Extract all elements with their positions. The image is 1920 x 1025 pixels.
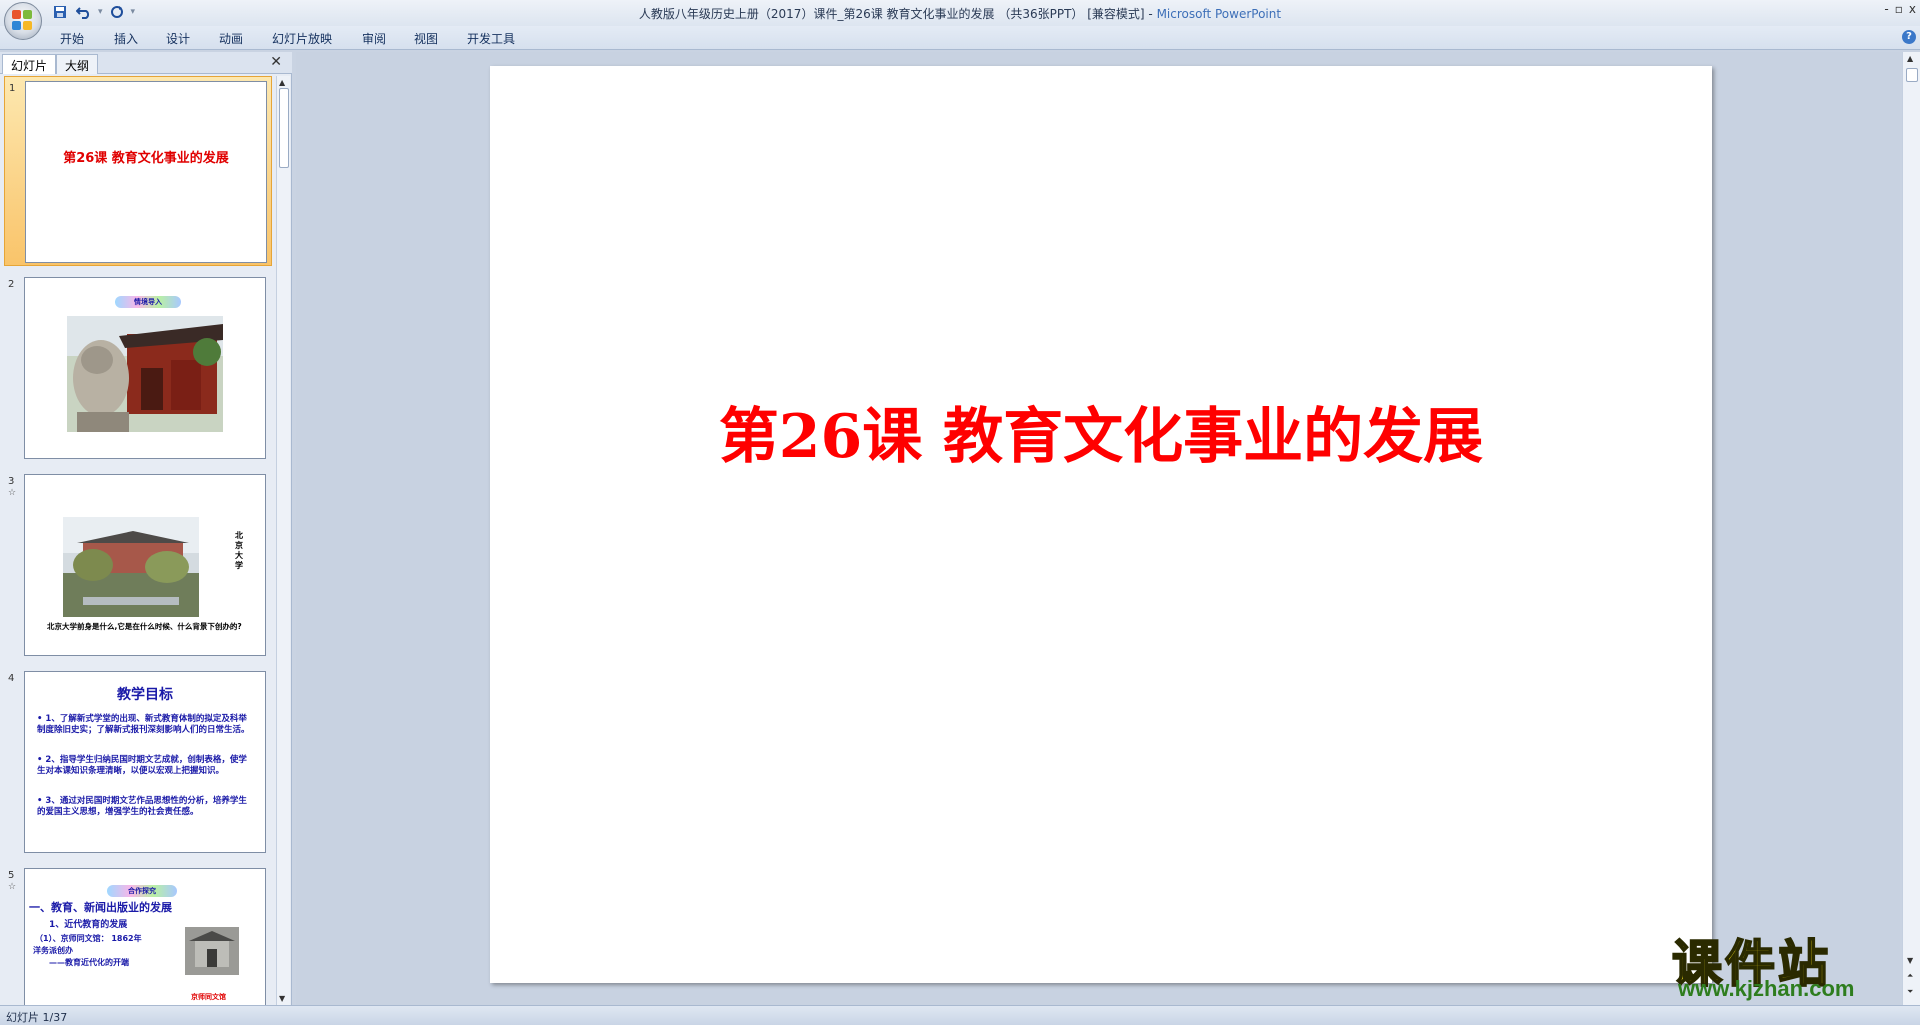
tab-slide-show[interactable]: 幻灯片放映 xyxy=(272,30,332,47)
office-button[interactable] xyxy=(4,2,42,40)
thumb-title: 第26课 教育文化事业的发展 xyxy=(63,151,229,166)
slide-counter: 幻灯片 1/37 xyxy=(6,1011,68,1024)
slide-preview: 情境导入 xyxy=(24,277,266,459)
slide-thumb-4[interactable]: 4 教学目标 • 1、了解新式学堂的出现、新式教育体制的拟定及科举制度除旧史实；… xyxy=(4,667,272,857)
thumb-side-label: 北京大学 xyxy=(235,531,243,570)
office-logo-icon xyxy=(12,10,34,32)
banner-pill: 合作探究 xyxy=(107,885,177,897)
thumb-line-2: 洋务派创办 xyxy=(33,946,73,955)
slide-number: 3 xyxy=(8,476,15,487)
restore-button[interactable]: ▫ xyxy=(1895,2,1903,16)
banner-text: 合作探究 xyxy=(128,887,156,895)
animation-star-icon: ☆ xyxy=(8,882,17,892)
tab-insert[interactable]: 插入 xyxy=(114,30,138,47)
watermark-logo: 课件站 www.kjzhan.com xyxy=(1668,924,1908,1004)
title-separator: - xyxy=(1144,7,1157,21)
thumb-line-1: （1）、京师同文馆： 1862年 xyxy=(35,934,142,943)
minimize-button[interactable]: - xyxy=(1884,2,1888,16)
thumb-point-1: • 1、了解新式学堂的出现、新式教育体制的拟定及科举制度除旧史实；了解新式报刊深… xyxy=(37,714,250,735)
scroll-down-icon[interactable]: ▼ xyxy=(279,994,285,1003)
slide-thumb-2[interactable]: 2 情境导入 xyxy=(4,273,272,463)
slide-preview: 北京大学 北京大学前身是什么,它是在什么时候、什么背景下创办的? xyxy=(24,474,266,656)
watermark-url: www.kjzhan.com xyxy=(1678,976,1855,1001)
thumb-heading: 教学目标 xyxy=(117,687,173,703)
editor-scrollbar[interactable]: ▲ ▼ ⏶ ⏷ xyxy=(1902,52,1920,1005)
thumb-point-2: • 2、指导学生归纳民国时期文艺成就，创制表格，使学生对本课知识条理清晰，以便以… xyxy=(37,755,247,776)
tab-view[interactable]: 视图 xyxy=(414,30,438,47)
thumb-caption: 北京大学前身是什么,它是在什么时候、什么背景下创办的? xyxy=(47,622,242,631)
banner-pill: 情境导入 xyxy=(115,296,181,308)
ribbon-tabs: 开始 插入 设计 动画 幻灯片放映 审阅 视图 开发工具 ? xyxy=(0,26,1920,50)
document-title: 人教版八年级历史上册（2017）课件_第26课 教育文化事业的发展 （共36张P… xyxy=(638,7,1145,21)
slide-number: 4 xyxy=(8,673,15,684)
scroll-thumb[interactable] xyxy=(1906,68,1918,82)
slide-number: 5 xyxy=(8,870,15,881)
tab-review[interactable]: 审阅 xyxy=(362,30,386,47)
slides-panel: 幻灯片 大纲 ✕ 1 第26课 教育文化事业的发展 2 情境导入 3 ☆ 北京大… xyxy=(0,52,292,1005)
close-window-button[interactable]: x xyxy=(1909,2,1916,16)
slide-thumb-5[interactable]: 5 ☆ 合作探究 一、教育、新闻出版业的发展 1、近代教育的发展 （1）、京师同… xyxy=(4,864,272,1005)
thumb-sub: 1、近代教育的发展 xyxy=(49,920,128,930)
thumb-heading: 一、教育、新闻出版业的发展 xyxy=(29,901,172,914)
slide-preview: 教学目标 • 1、了解新式学堂的出现、新式教育体制的拟定及科举制度除旧史实；了解… xyxy=(24,671,266,853)
tab-outline[interactable]: 大纲 xyxy=(56,54,99,74)
scroll-up-icon[interactable]: ▲ xyxy=(1907,54,1913,63)
tab-animations[interactable]: 动画 xyxy=(219,30,243,47)
animation-star-icon: ☆ xyxy=(8,488,17,498)
close-panel-icon[interactable]: ✕ xyxy=(270,54,282,70)
tongwenguan-photo xyxy=(185,927,239,975)
slide-thumb-1[interactable]: 1 第26课 教育文化事业的发展 xyxy=(4,76,272,266)
point-text: 1、了解新式学堂的出现、新式教育体制的拟定及科举制度除旧史实；了解新式报刊深刻影… xyxy=(37,714,250,735)
thumb-line-3: ——教育近代化的开端 xyxy=(49,958,129,967)
scroll-up-icon[interactable]: ▲ xyxy=(279,78,285,87)
panel-tabs: 幻灯片 大纲 ✕ xyxy=(0,52,292,74)
thumbnails-scrollbar[interactable]: ▲ ▼ xyxy=(276,76,290,1005)
tab-home[interactable]: 开始 xyxy=(60,30,84,47)
tab-design[interactable]: 设计 xyxy=(166,30,190,47)
slide-editor: 第26课 教育文化事业的发展 xyxy=(296,52,1900,1005)
slide-preview: 第26课 教育文化事业的发展 xyxy=(25,81,267,263)
slide-thumbnails: 1 第26课 教育文化事业的发展 2 情境导入 3 ☆ 北京大学 北京大学前身是… xyxy=(0,76,276,1005)
slide-thumb-3[interactable]: 3 ☆ 北京大学 北京大学前身是什么,它是在什么时候、什么背景下创办的? xyxy=(4,470,272,660)
slide-number: 2 xyxy=(8,279,15,290)
tab-slides[interactable]: 幻灯片 xyxy=(2,54,57,74)
point-text: 2、指导学生归纳民国时期文艺成就，创制表格，使学生对本课知识条理清晰，以便以宏观… xyxy=(37,755,247,776)
banner-text: 情境导入 xyxy=(134,298,162,306)
slide-number: 1 xyxy=(9,83,16,94)
app-name: Microsoft PowerPoint xyxy=(1156,7,1282,21)
title-bar: ▾ ▾ 人教版八年级历史上册（2017）课件_第26课 教育文化事业的发展 （共… xyxy=(0,0,1920,40)
point-text: 3、通过对民国时期文艺作品思想性的分析，培养学生的爱国主义思想，增强学生的社会责… xyxy=(37,796,247,817)
tab-developer[interactable]: 开发工具 xyxy=(467,30,515,47)
slide-preview: 合作探究 一、教育、新闻出版业的发展 1、近代教育的发展 （1）、京师同文馆： … xyxy=(24,868,266,1005)
help-icon[interactable]: ? xyxy=(1902,30,1916,44)
scroll-thumb[interactable] xyxy=(279,88,289,168)
status-bar: 幻灯片 1/37 xyxy=(0,1005,1920,1025)
window-controls: - ▫ x xyxy=(1884,2,1916,16)
lion-gate-photo xyxy=(67,316,223,432)
thumb-photo-caption: 京师同文馆 xyxy=(191,993,226,1001)
peking-university-photo xyxy=(63,517,199,617)
current-slide[interactable]: 第26课 教育文化事业的发展 xyxy=(490,66,1712,983)
window-title: 人教版八年级历史上册（2017）课件_第26课 教育文化事业的发展 （共36张P… xyxy=(0,5,1920,22)
slide-title[interactable]: 第26课 教育文化事业的发展 xyxy=(490,388,1712,475)
thumb-point-3: • 3、通过对民国时期文艺作品思想性的分析，培养学生的爱国主义思想，增强学生的社… xyxy=(37,796,247,817)
